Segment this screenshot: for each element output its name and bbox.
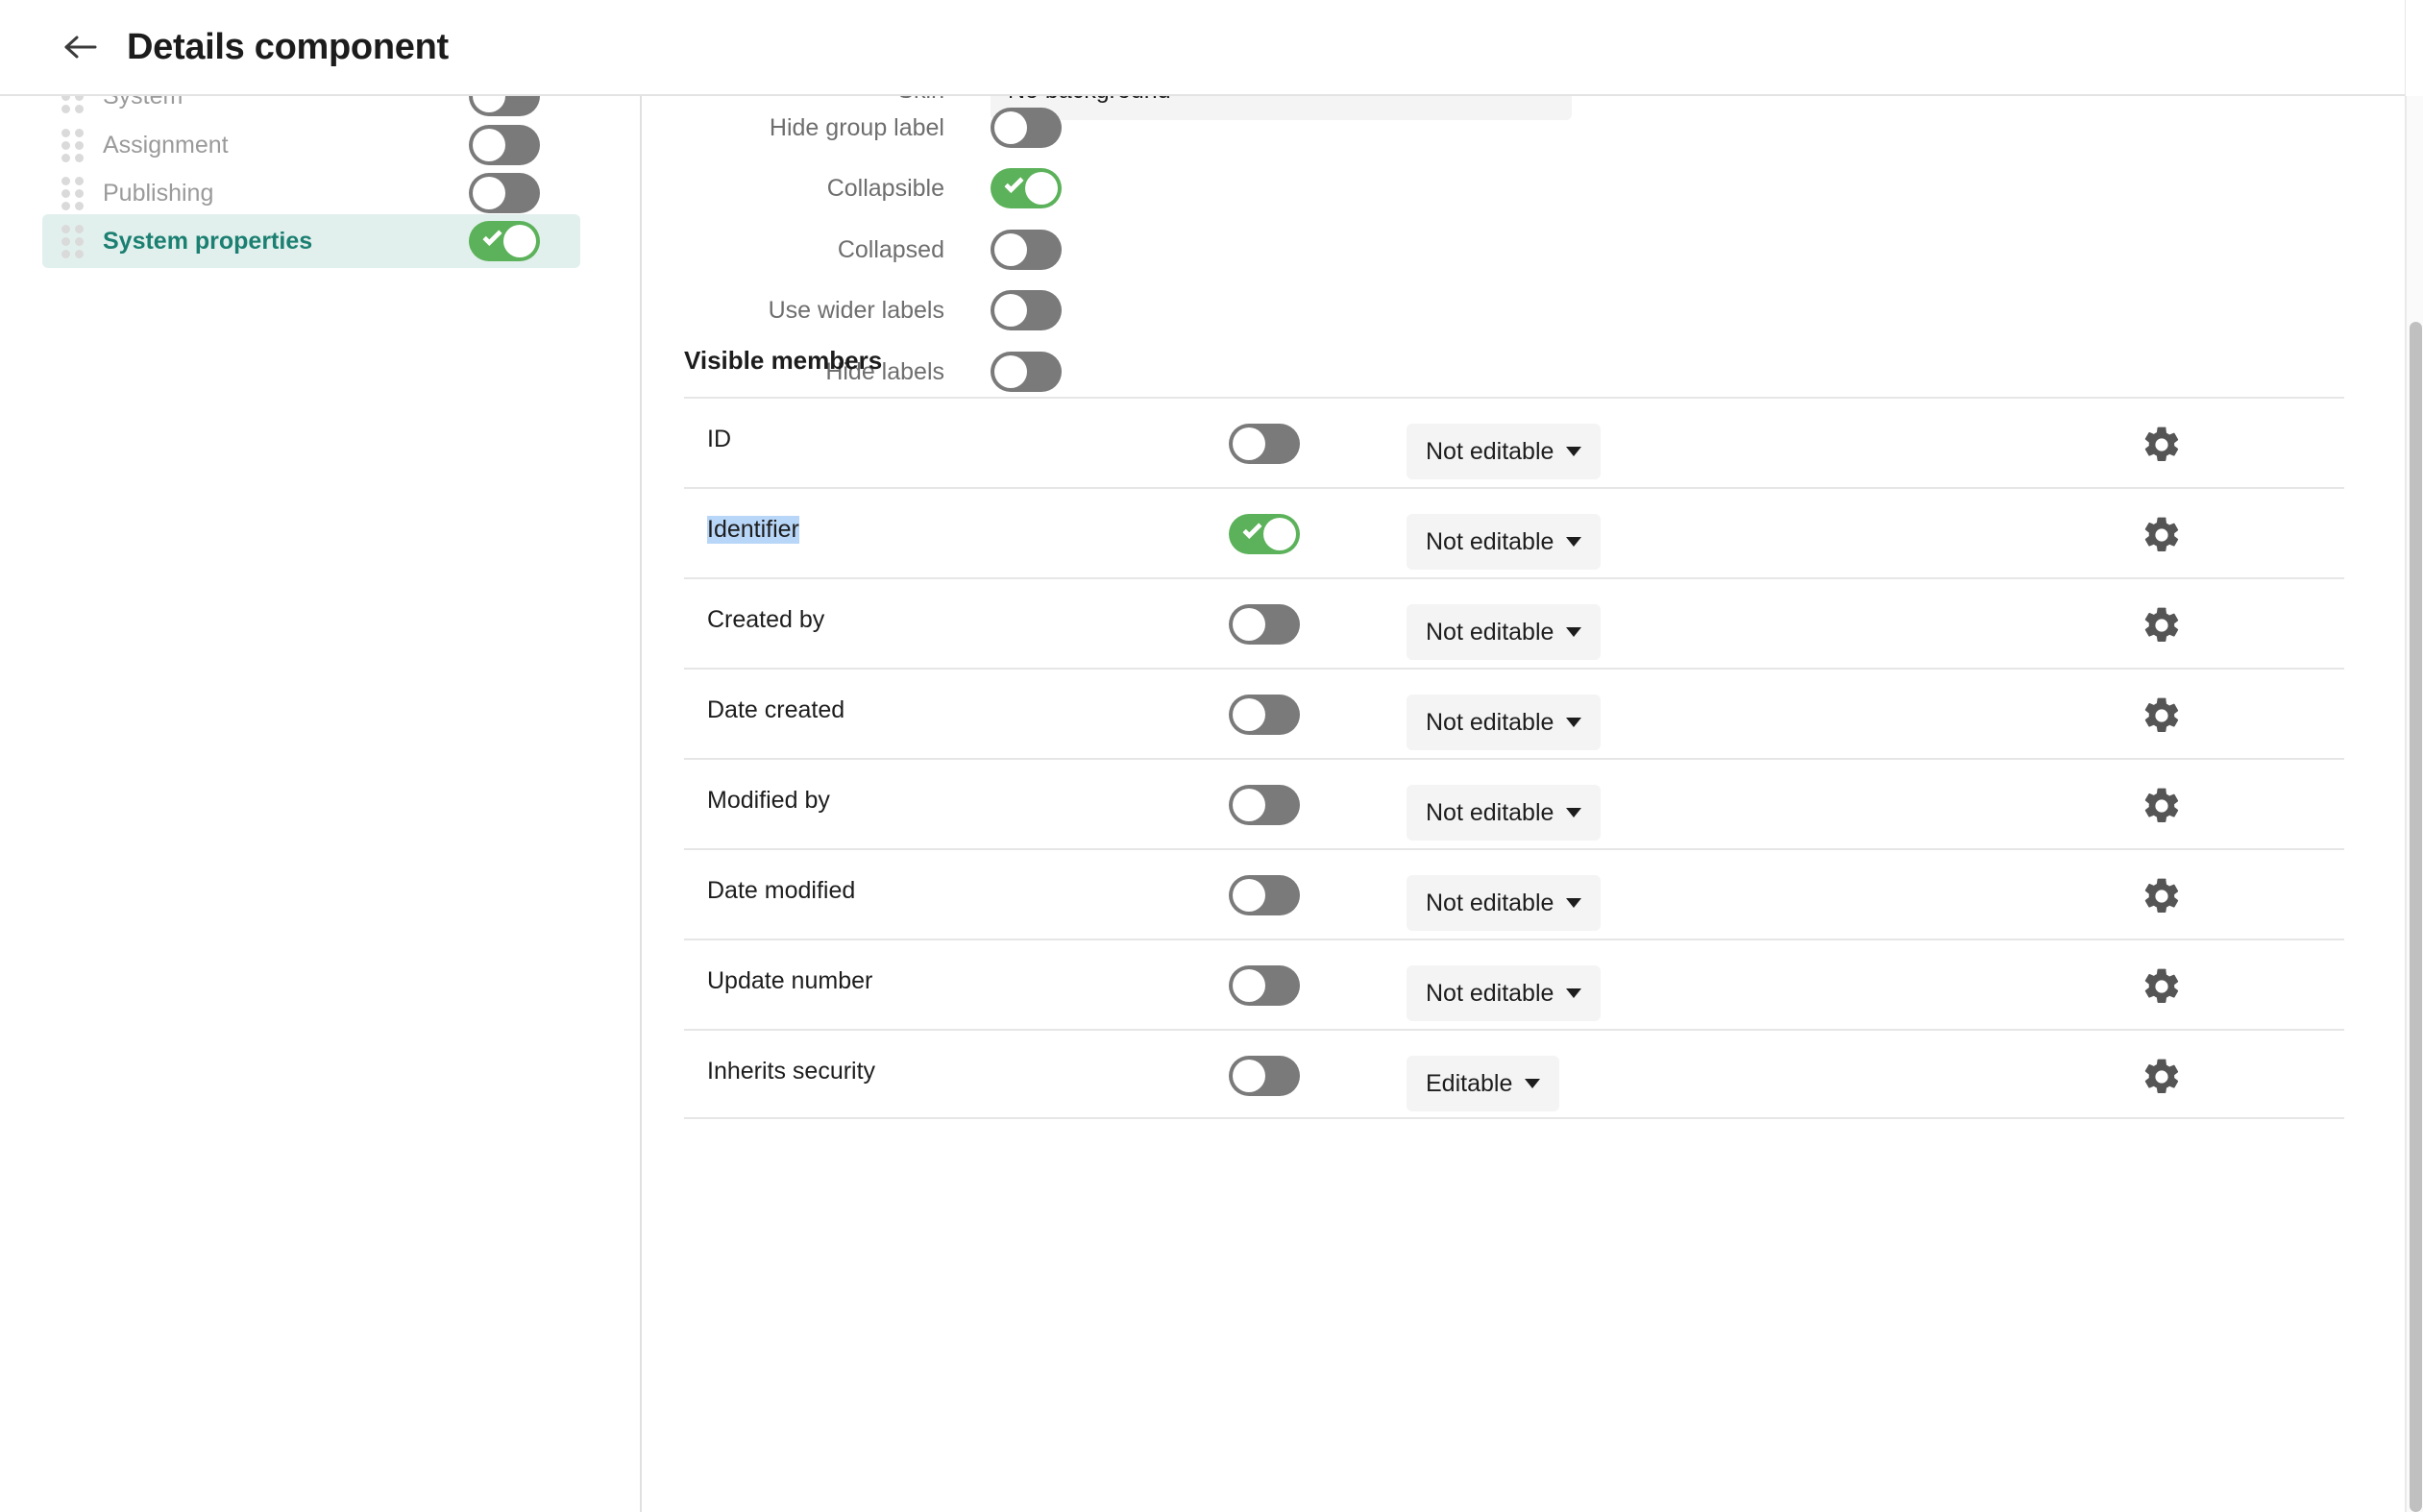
member-toggle-modified-by[interactable] [1229, 785, 1300, 825]
table-row: Identifier Not editable [684, 487, 2344, 577]
toggle-hide-labels[interactable] [991, 352, 1062, 392]
setting-row-collapsible: Collapsible [642, 168, 2406, 208]
setting-label-collapsed: Collapsed [837, 235, 944, 263]
table-row: Modified by Not editable [684, 758, 2344, 848]
member-name: Update number [707, 967, 873, 994]
groups-panel: System Assignment Publishing [0, 96, 640, 1512]
gear-icon[interactable] [2135, 1050, 2189, 1104]
editability-value: Editable [1426, 1069, 1513, 1097]
group-item-system-properties[interactable]: System properties [42, 214, 580, 268]
chevron-down-icon [1566, 898, 1582, 908]
content-area: System Assignment Publishing [0, 96, 2406, 1512]
setting-label-use-wider-labels: Use wider labels [768, 296, 944, 324]
table-row: ID Not editable [684, 397, 2344, 487]
chevron-down-icon [1566, 447, 1582, 456]
chevron-down-icon [1525, 1079, 1541, 1088]
editability-value: Not editable [1426, 889, 1554, 916]
chevron-down-icon [1566, 627, 1582, 637]
group-toggle-publishing[interactable] [469, 173, 540, 213]
setting-row-hide-group-label: Hide group label [642, 108, 2406, 148]
group-item-assignment[interactable]: Assignment [42, 118, 580, 172]
group-label: Assignment [103, 131, 229, 159]
editability-dropdown-inherits-security[interactable]: Editable [1407, 1056, 1560, 1111]
toggle-collapsible[interactable] [991, 168, 1062, 208]
setting-row-hide-labels: Hide labels [642, 352, 2406, 392]
editability-value: Not editable [1426, 798, 1554, 826]
editability-value: Not editable [1426, 618, 1554, 646]
member-name: Identifier [707, 516, 799, 544]
drag-handle-icon[interactable] [61, 96, 86, 113]
gear-icon[interactable] [2135, 779, 2189, 833]
setting-label-collapsible: Collapsible [826, 174, 944, 202]
chevron-down-icon [1566, 988, 1582, 998]
drag-handle-icon[interactable] [61, 128, 86, 162]
table-row: Date created Not editable [684, 668, 2344, 758]
drag-handle-icon[interactable] [61, 176, 86, 210]
editability-value: Not editable [1426, 979, 1554, 1007]
member-name: Created by [707, 606, 825, 633]
back-arrow-icon[interactable] [56, 22, 106, 72]
chevron-down-icon [1566, 537, 1582, 547]
visible-members-title: Visible members [684, 346, 883, 375]
editability-value: Not editable [1426, 437, 1554, 465]
setting-label-hide-group-label: Hide group label [769, 113, 944, 141]
editability-value: Not editable [1426, 708, 1554, 736]
details-component-screen: Details component System Assignment [0, 0, 2423, 1512]
gear-icon[interactable] [2135, 960, 2189, 1013]
toggle-collapsed[interactable] [991, 230, 1062, 270]
member-toggle-update-number[interactable] [1229, 965, 1300, 1006]
vertical-scrollbar[interactable] [2406, 96, 2423, 1512]
setting-row-use-wider-labels: Use wider labels [642, 290, 2406, 330]
group-label: Publishing [103, 179, 214, 207]
chevron-down-icon [1566, 808, 1582, 817]
editability-dropdown-date-created[interactable]: Not editable [1407, 695, 1602, 750]
gear-icon[interactable] [2135, 418, 2189, 472]
member-name: ID [707, 426, 731, 452]
setting-row-collapsed: Collapsed [642, 230, 2406, 270]
table-row: Inherits security Editable [684, 1029, 2344, 1119]
toggle-hide-group-label[interactable] [991, 108, 1062, 148]
page-title: Details component [127, 26, 449, 67]
group-toggle-assignment[interactable] [469, 125, 540, 165]
gear-icon[interactable] [2135, 869, 2189, 923]
group-label: System properties [103, 227, 313, 255]
group-toggle-system[interactable] [469, 96, 540, 116]
member-name: Date modified [707, 877, 856, 904]
member-name: Inherits security [707, 1058, 876, 1085]
editability-dropdown-update-number[interactable]: Not editable [1407, 965, 1602, 1021]
editability-dropdown-identifier[interactable]: Not editable [1407, 514, 1602, 570]
editability-dropdown-id[interactable]: Not editable [1407, 424, 1602, 479]
editability-dropdown-date-modified[interactable]: Not editable [1407, 875, 1602, 931]
member-toggle-date-modified[interactable] [1229, 875, 1300, 915]
group-toggle-system-properties[interactable] [469, 221, 540, 261]
table-row: Date modified Not editable [684, 848, 2344, 939]
page-header: Details component [0, 0, 2406, 96]
skin-select-value: No background [1008, 96, 1171, 105]
visible-members-table: ID Not editable Identifier Not editable … [684, 397, 2344, 1119]
setting-label-skin: Skin [642, 96, 944, 105]
gear-icon[interactable] [2135, 598, 2189, 652]
member-toggle-created-by[interactable] [1229, 604, 1300, 645]
member-toggle-id[interactable] [1229, 424, 1300, 464]
editability-dropdown-created-by[interactable]: Not editable [1407, 604, 1602, 660]
table-row: Update number Not editable [684, 939, 2344, 1029]
gear-icon[interactable] [2135, 508, 2189, 562]
member-name: Modified by [707, 787, 830, 814]
group-label: System [103, 96, 183, 110]
settings-panel: Skin No background Hide group label Coll… [642, 96, 2406, 1512]
gear-icon[interactable] [2135, 689, 2189, 743]
editability-dropdown-modified-by[interactable]: Not editable [1407, 785, 1602, 841]
chevron-down-icon [1566, 718, 1582, 727]
member-toggle-identifier[interactable] [1229, 514, 1300, 554]
editability-value: Not editable [1426, 527, 1554, 555]
vertical-scrollbar-thumb[interactable] [2410, 322, 2422, 1512]
member-toggle-inherits-security[interactable] [1229, 1056, 1300, 1096]
toggle-use-wider-labels[interactable] [991, 290, 1062, 330]
group-item-publishing[interactable]: Publishing [42, 166, 580, 220]
table-row: Created by Not editable [684, 577, 2344, 668]
member-toggle-date-created[interactable] [1229, 695, 1300, 735]
drag-handle-icon[interactable] [61, 224, 86, 258]
member-name: Date created [707, 696, 845, 723]
